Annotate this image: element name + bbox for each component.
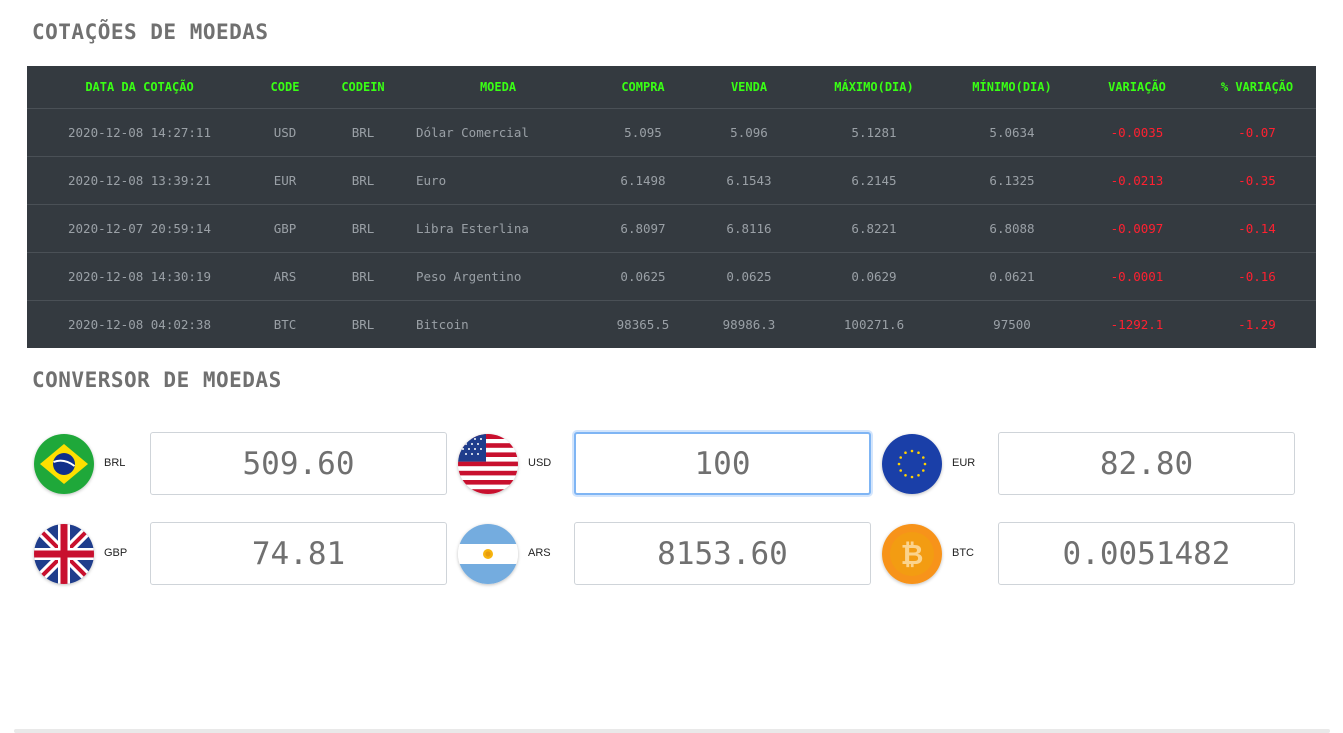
- eu-flag-icon: [882, 434, 942, 494]
- table-header-row: DATA DA COTAÇÃO CODE CODEIN MOEDA COMPRA…: [27, 66, 1316, 109]
- table-row: 2020-12-07 20:59:14 GBP BRL Libra Esterl…: [27, 204, 1316, 253]
- header-variacao: VARIAÇÃO: [1076, 66, 1198, 109]
- currency-code-gbp: GBP: [104, 547, 128, 559]
- cell-variacao: -0.0035: [1076, 108, 1198, 157]
- usa-flag-icon: [458, 434, 518, 494]
- header-moeda: MOEDA: [408, 66, 588, 109]
- cell-code: BTC: [252, 300, 318, 348]
- cell-codein: BRL: [318, 300, 408, 348]
- argentina-flag-icon: [458, 524, 518, 584]
- cell-maximo: 5.1281: [800, 108, 948, 157]
- cell-venda: 6.8116: [698, 204, 800, 253]
- cell-venda: 5.096: [698, 108, 800, 157]
- currency-code-eur: EUR: [952, 457, 976, 469]
- cell-code: ARS: [252, 252, 318, 301]
- header-maximo: MÁXIMO(DIA): [800, 66, 948, 109]
- table-row: 2020-12-08 04:02:38 BTC BRL Bitcoin 9836…: [27, 300, 1316, 348]
- header-minimo: MÍNIMO(DIA): [948, 66, 1076, 109]
- cell-compra: 0.0625: [588, 252, 698, 301]
- cell-minimo: 5.0634: [948, 108, 1076, 157]
- cell-moeda: Peso Argentino: [408, 252, 588, 301]
- cell-date: 2020-12-08 04:02:38: [27, 300, 252, 348]
- header-compra: COMPRA: [588, 66, 698, 109]
- table-row: 2020-12-08 14:27:11 USD BRL Dólar Comerc…: [27, 108, 1316, 157]
- quotes-title: COTAÇÕES DE MOEDAS: [32, 20, 269, 44]
- currency-code-btc: BTC: [952, 547, 974, 559]
- gbp-amount-input[interactable]: [150, 522, 447, 585]
- uk-flag-icon: [34, 524, 94, 584]
- cell-date: 2020-12-08 14:30:19: [27, 252, 252, 301]
- cell-codein: BRL: [318, 108, 408, 157]
- cell-maximo: 6.8221: [800, 204, 948, 253]
- horizontal-scrollbar[interactable]: [14, 729, 1330, 733]
- converter-row: GBP ARS ₿ BTC: [0, 522, 1343, 586]
- cell-variacao: -0.0097: [1076, 204, 1198, 253]
- cell-moeda: Bitcoin: [408, 300, 588, 348]
- cell-code: EUR: [252, 156, 318, 205]
- header-venda: VENDA: [698, 66, 800, 109]
- table-row: 2020-12-08 13:39:21 EUR BRL Euro 6.1498 …: [27, 156, 1316, 205]
- cell-venda: 0.0625: [698, 252, 800, 301]
- cell-compra: 5.095: [588, 108, 698, 157]
- cell-date: 2020-12-08 14:27:11: [27, 108, 252, 157]
- cell-code: USD: [252, 108, 318, 157]
- cell-date: 2020-12-07 20:59:14: [27, 204, 252, 253]
- header-code: CODE: [252, 66, 318, 109]
- cell-maximo: 6.2145: [800, 156, 948, 205]
- cell-venda: 6.1543: [698, 156, 800, 205]
- brazil-flag-icon: [34, 434, 94, 494]
- ars-amount-input[interactable]: [574, 522, 871, 585]
- cell-variacao: -0.0213: [1076, 156, 1198, 205]
- currency-code-usd: USD: [528, 457, 552, 469]
- cell-code: GBP: [252, 204, 318, 253]
- cell-codein: BRL: [318, 252, 408, 301]
- cell-moeda: Dólar Comercial: [408, 108, 588, 157]
- quotes-table: DATA DA COTAÇÃO CODE CODEIN MOEDA COMPRA…: [27, 66, 1316, 348]
- cell-codein: BRL: [318, 156, 408, 205]
- btc-amount-input[interactable]: [998, 522, 1295, 585]
- cell-pct-variacao: -1.29: [1198, 300, 1316, 348]
- usd-amount-input[interactable]: [574, 432, 871, 495]
- header-date: DATA DA COTAÇÃO: [27, 66, 252, 109]
- currency-code-brl: BRL: [104, 457, 126, 469]
- cell-pct-variacao: -0.14: [1198, 204, 1316, 253]
- cell-minimo: 97500: [948, 300, 1076, 348]
- cell-variacao: -0.0001: [1076, 252, 1198, 301]
- cell-venda: 98986.3: [698, 300, 800, 348]
- converter-row: BRL USD: [0, 432, 1343, 496]
- cell-maximo: 100271.6: [800, 300, 948, 348]
- cell-date: 2020-12-08 13:39:21: [27, 156, 252, 205]
- cell-moeda: Euro: [408, 156, 588, 205]
- cell-compra: 6.1498: [588, 156, 698, 205]
- cell-compra: 98365.5: [588, 300, 698, 348]
- cell-minimo: 6.8088: [948, 204, 1076, 253]
- converter-title: CONVERSOR DE MOEDAS: [32, 368, 282, 392]
- brl-amount-input[interactable]: [150, 432, 447, 495]
- table-row: 2020-12-08 14:30:19 ARS BRL Peso Argenti…: [27, 252, 1316, 301]
- cell-variacao: -1292.1: [1076, 300, 1198, 348]
- header-pct-variacao: % VARIAÇÃO: [1198, 66, 1316, 109]
- header-codein: CODEIN: [318, 66, 408, 109]
- cell-minimo: 6.1325: [948, 156, 1076, 205]
- bitcoin-icon: ₿: [882, 524, 942, 584]
- cell-minimo: 0.0621: [948, 252, 1076, 301]
- cell-compra: 6.8097: [588, 204, 698, 253]
- cell-pct-variacao: -0.07: [1198, 108, 1316, 157]
- cell-pct-variacao: -0.35: [1198, 156, 1316, 205]
- cell-moeda: Libra Esterlina: [408, 204, 588, 253]
- cell-pct-variacao: -0.16: [1198, 252, 1316, 301]
- currency-code-ars: ARS: [528, 547, 551, 559]
- cell-codein: BRL: [318, 204, 408, 253]
- svg-text:₿: ₿: [901, 538, 924, 571]
- eur-amount-input[interactable]: [998, 432, 1295, 495]
- cell-maximo: 0.0629: [800, 252, 948, 301]
